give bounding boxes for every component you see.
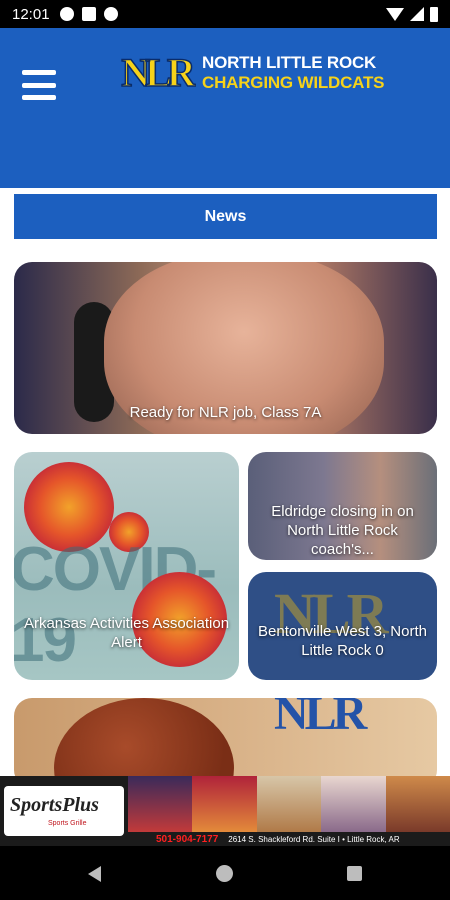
wifi-icon <box>386 7 404 21</box>
data-saver-icon <box>103 7 118 21</box>
team-name-line2: CHARGING WILDCATS <box>202 73 385 92</box>
ad-banner[interactable]: SportsPlus Sports Grille 501-904-7177 26… <box>0 776 450 846</box>
news-card-2[interactable]: COVID-19 Arkansas Activities Association… <box>14 452 239 680</box>
news-section-tab[interactable]: News <box>14 194 437 239</box>
status-bar: 12:01 <box>0 0 450 28</box>
nlr-logo-icon: NLR <box>121 49 196 96</box>
system-nav-bar <box>0 846 450 900</box>
ad-brand-logo: SportsPlus Sports Grille <box>4 786 124 836</box>
team-name-line1: NORTH LITTLE ROCK <box>202 53 377 72</box>
nlr-watermark-logo: NLR <box>274 698 367 740</box>
news-card-caption: Arkansas Activities Association Alert <box>23 615 230 651</box>
team-logo-lockup: NLR NORTH LITTLE ROCK CHARGING WILDCATS <box>116 48 385 98</box>
a-icon <box>59 7 74 21</box>
recents-icon[interactable] <box>347 866 362 881</box>
back-icon[interactable] <box>88 866 101 882</box>
status-time: 12:01 <box>12 5 50 23</box>
news-card-caption: Ready for NLR job, Class 7A <box>129 404 322 421</box>
ad-photo-strip <box>128 776 450 832</box>
ad-footer: 501-904-7177 2614 S. Shackleford Rd. Sui… <box>128 832 450 846</box>
news-card-1[interactable]: Ready for NLR job, Class 7A <box>14 262 437 434</box>
news-card-3[interactable]: Eldridge closing in on North Little Rock… <box>248 452 437 560</box>
news-card-4[interactable]: NLR Bentonville West 3, North Little Roc… <box>248 572 437 680</box>
hamburger-menu-icon[interactable] <box>22 70 56 100</box>
ad-brand-name: SportsPlus <box>10 794 99 816</box>
sim-icon <box>81 7 96 21</box>
ad-tagline: Sports Grille <box>48 820 87 827</box>
battery-icon <box>430 6 438 22</box>
news-card-caption: Bentonville West 3, North Little Rock 0 <box>258 623 427 659</box>
ad-phone: 501-904-7177 <box>156 833 219 845</box>
signal-icon <box>410 7 424 21</box>
basketball-graphic <box>54 698 234 788</box>
news-card-caption: Eldridge closing in on North Little Rock… <box>271 503 414 558</box>
app-header: NLR NORTH LITTLE ROCK CHARGING WILDCATS <box>0 28 450 188</box>
svg-text:NLR: NLR <box>121 50 196 95</box>
ad-address: 2614 S. Shackleford Rd. Suite I • Little… <box>228 834 400 844</box>
news-card-5[interactable]: NLR <box>14 698 437 788</box>
home-icon[interactable] <box>216 865 233 882</box>
